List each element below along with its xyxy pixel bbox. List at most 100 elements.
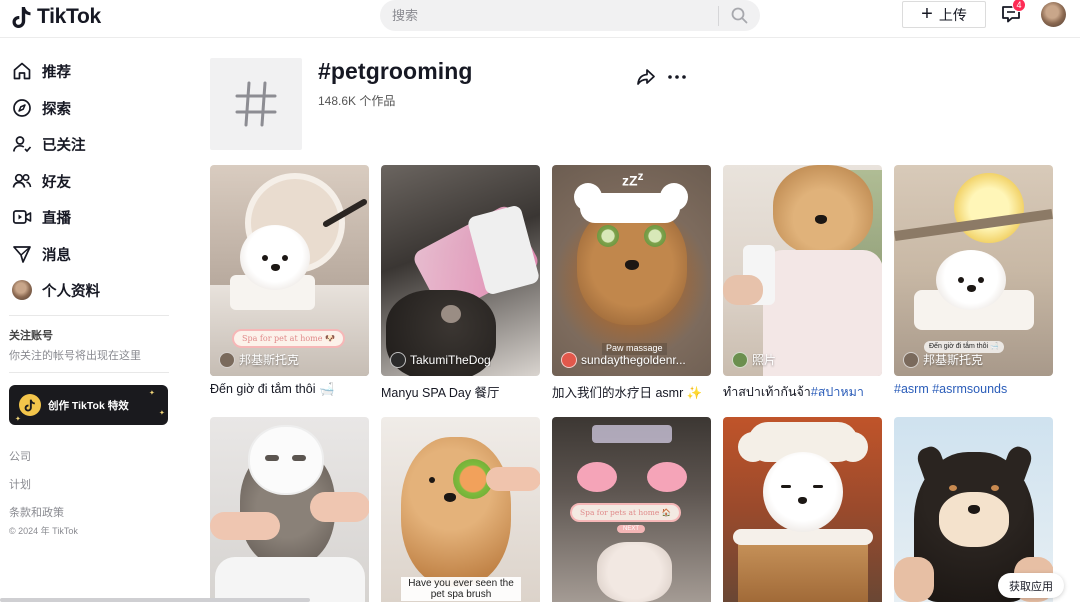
live-icon: [12, 210, 32, 224]
horizontal-scrollbar[interactable]: [0, 598, 310, 602]
sparkle-icon: ✦: [15, 416, 21, 423]
footer-link-terms[interactable]: 条款和政策: [9, 504, 64, 520]
profile-avatar: [12, 280, 32, 300]
author-avatar: [561, 352, 577, 368]
video-card[interactable]: zZz Paw massage sundaythegoldenr... 加入我们…: [552, 165, 711, 401]
hashtag-post-count: 148.6K 个作品: [318, 94, 396, 108]
author-name: sundaythegoldenr...: [581, 353, 686, 367]
hashtag-thumbnail: [210, 58, 302, 150]
copyright: © 2024 年 TikTok: [9, 526, 78, 536]
video-card[interactable]: 照片 ทําสปาเท้ากันจ้า#สปาหมา: [723, 165, 882, 402]
caption-hashtag[interactable]: #asrm #asrmsounds: [894, 382, 1007, 396]
video-thumbnail[interactable]: zZz Paw massage sundaythegoldenr...: [552, 165, 711, 376]
sparkle-icon: ✦: [149, 390, 155, 397]
author-avatar: [390, 352, 406, 368]
create-effects-button[interactable]: 创作 TikTok 特效 ✦ ✦ ✦: [9, 385, 168, 425]
nav-label: 消息: [42, 247, 71, 264]
inbox-button[interactable]: 4: [1000, 0, 1026, 27]
author-avatar: [903, 351, 919, 368]
sidebar-divider: [9, 315, 169, 316]
author-avatar: [732, 351, 748, 368]
sparkle-icon: ✦: [159, 410, 165, 417]
video-thumbnail[interactable]: Have you ever seen the pet spa brush: [381, 417, 540, 602]
video-card[interactable]: [210, 417, 369, 602]
video-caption[interactable]: Manyu SPA Day 餐厅: [381, 382, 551, 401]
more-options-button[interactable]: [666, 67, 688, 87]
search-button[interactable]: [719, 0, 759, 31]
compass-icon: [13, 99, 31, 117]
plus-icon: +: [921, 2, 933, 25]
author-name: 邦基斯托克: [239, 353, 300, 367]
video-author[interactable]: 照片: [732, 351, 776, 368]
author-name: TakumiTheDog: [410, 353, 491, 367]
search-input[interactable]: [380, 0, 718, 31]
video-caption[interactable]: ทําสปาเท้ากันจ้า#สปาหมา: [723, 382, 893, 402]
upload-button[interactable]: + 上传: [902, 1, 986, 28]
hashtag-icon: [235, 81, 277, 127]
video-overlay-text: Spa for pets at home 🏠: [570, 503, 682, 522]
nav-item-live[interactable]: 直播: [12, 205, 71, 229]
video-card[interactable]: Đến giờ đi tắm thôi 🛁 邦基斯托克 #asrm #asrms…: [894, 165, 1053, 396]
nav-item-profile[interactable]: 个人资料: [12, 278, 100, 302]
messages-icon: [13, 246, 31, 263]
video-card[interactable]: Spa for pets at home 🏠 NEXT: [552, 417, 711, 602]
author-avatar: [219, 351, 235, 368]
caption-text: ทําสปาเท้ากันจ้า: [723, 385, 811, 399]
following-accounts-desc: 你关注的帐号将出现在这里: [9, 350, 141, 362]
nav-label: 直播: [42, 210, 71, 227]
video-card[interactable]: Have you ever seen the pet spa brush: [381, 417, 540, 602]
search-bar[interactable]: [380, 0, 760, 31]
nav-item-messages[interactable]: 消息: [12, 242, 71, 266]
get-app-button[interactable]: 获取应用: [998, 573, 1064, 598]
caption-hashtag[interactable]: #สปาหมา: [811, 385, 864, 399]
following-accounts-title: 关注账号: [9, 330, 53, 342]
nav-label: 推荐: [42, 64, 71, 81]
video-overlay-text: Have you ever seen the pet spa brush: [401, 577, 521, 601]
footer-link-program[interactable]: 计划: [9, 476, 31, 492]
video-author[interactable]: 邦基斯托克: [903, 351, 983, 368]
footer-link-company[interactable]: 公司: [9, 448, 31, 464]
hashtag-title: #petgrooming: [318, 58, 473, 84]
video-author[interactable]: sundaythegoldenr...: [561, 352, 686, 368]
search-icon: [731, 7, 747, 24]
sidebar-divider: [9, 372, 169, 373]
video-caption[interactable]: #asrm #asrmsounds: [894, 382, 1064, 396]
top-bar: TikTok + 上传 4: [0, 0, 1080, 38]
ellipsis-icon: [668, 75, 686, 79]
video-author[interactable]: TakumiTheDog: [390, 352, 491, 368]
video-overlay-text: Spa for pet at home 🐶: [232, 329, 345, 348]
share-button[interactable]: [636, 67, 656, 87]
nav-item-explore[interactable]: 探索: [12, 96, 71, 120]
video-card[interactable]: [723, 417, 882, 602]
video-author[interactable]: 邦基斯托克: [219, 351, 299, 368]
video-card[interactable]: Spa for pet at home 🐶 邦基斯托克 Đến giờ đi t…: [210, 165, 369, 397]
friends-icon: [12, 173, 32, 188]
nav-item-for-you[interactable]: 推荐: [12, 59, 71, 83]
video-thumbnail[interactable]: [210, 417, 369, 602]
author-name: 照片: [752, 353, 777, 367]
nav-item-friends[interactable]: 好友: [12, 169, 71, 193]
tiktok-coin-icon: [19, 394, 41, 416]
tiktok-logo[interactable]: TikTok: [10, 3, 101, 31]
tiktok-note-icon: [10, 3, 34, 31]
author-name: 邦基斯托克: [923, 353, 984, 367]
video-card[interactable]: TakumiTheDog Manyu SPA Day 餐厅: [381, 165, 540, 401]
sleep-zzz-icon: zZz: [622, 170, 644, 189]
user-avatar[interactable]: [1041, 2, 1066, 27]
video-thumbnail[interactable]: TakumiTheDog: [381, 165, 540, 376]
video-caption[interactable]: 加入我们的水疗日 asmr ✨: [552, 382, 722, 401]
video-caption[interactable]: Đến giờ đi tắm thôi 🛁: [210, 382, 380, 397]
video-thumbnail[interactable]: 照片: [723, 165, 882, 376]
video-overlay-badge: NEXT: [617, 525, 646, 533]
video-thumbnail[interactable]: Spa for pets at home 🏠 NEXT: [552, 417, 711, 602]
inbox-badge: 4: [1012, 0, 1026, 12]
video-thumbnail[interactable]: [723, 417, 882, 602]
video-thumbnail[interactable]: Spa for pet at home 🐶 邦基斯托克: [210, 165, 369, 376]
nav-label: 好友: [42, 174, 71, 191]
nav-item-following[interactable]: 已关注: [12, 132, 86, 156]
logo-text: TikTok: [37, 5, 101, 28]
home-icon: [13, 62, 31, 80]
sidebar: 推荐 探索 已关注 好友 直播 消息 个人资料 关注账号 你关注的帐号将出现在这…: [0, 39, 180, 602]
nav-label: 已关注: [42, 137, 86, 154]
video-thumbnail[interactable]: Đến giờ đi tắm thôi 🛁 邦基斯托克: [894, 165, 1053, 376]
